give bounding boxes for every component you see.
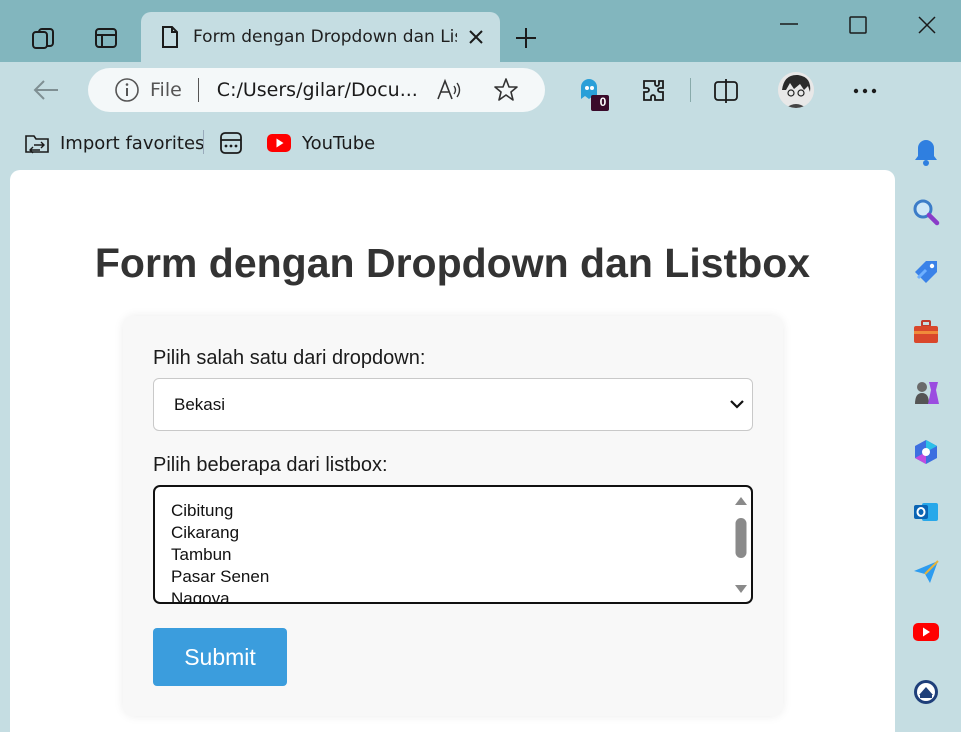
search-icon[interactable] [910,196,942,228]
url-text[interactable]: C:/Users/gilar/Docu... [217,79,418,101]
title-bar: Form dengan Dropdown dan Listbox [0,0,961,62]
tab-title: Form dengan Dropdown dan Listbox [193,27,457,47]
info-icon[interactable] [114,77,140,103]
listbox-option[interactable]: Cikarang [171,522,269,544]
back-icon[interactable] [30,76,62,104]
page-icon [161,26,179,48]
toolbox-icon[interactable] [910,316,942,348]
folder-import-icon [24,131,50,155]
fav-import[interactable]: Import favorites [24,126,204,160]
page-title: Form dengan Dropdown dan Listbox [94,240,811,286]
listbox-option[interactable]: Cibitung [171,500,269,522]
address-bar[interactable]: File C:/Users/gilar/Docu... [88,68,545,112]
page-viewport: Form dengan Dropdown dan Listbox Pilih s… [10,170,895,732]
extensions-icon[interactable] [638,76,670,106]
fav-youtube[interactable]: YouTube [267,126,375,160]
close-tab-icon[interactable] [467,28,485,46]
new-tab-icon[interactable] [512,24,540,52]
chevron-down-icon [728,395,746,418]
youtube-icon [267,134,291,152]
protocol-label: File [150,79,182,101]
listbox-option[interactable]: Tambun [171,544,269,566]
fav-import-label: Import favorites [60,132,205,154]
more-menu-icon[interactable] [850,76,880,106]
favorite-star-icon[interactable] [493,77,519,103]
read-aloud-icon[interactable] [436,78,462,102]
listbox-option[interactable]: Nagoya [171,588,269,602]
close-window-icon[interactable] [912,12,942,38]
fav-youtube-label: YouTube [302,132,376,154]
games-icon[interactable] [910,376,942,408]
sidebar [896,62,961,732]
bell-icon[interactable] [910,136,942,168]
form-card: Pilih salah satu dari dropdown: Bekasi P… [123,316,783,716]
youtube-icon[interactable] [910,616,942,648]
copilot-icon[interactable] [910,436,942,468]
outlook-icon[interactable] [910,496,942,528]
favorites-separator [203,130,204,154]
workspaces-icon[interactable] [28,24,58,52]
profile-avatar[interactable] [778,72,814,108]
listbox-scrollbar[interactable] [734,493,748,597]
shopping-tag-icon[interactable] [910,256,942,288]
city-listbox[interactable]: Cibitung Cikarang Tambun Pasar Senen Nag… [153,485,753,604]
dropdown-selected-value: Bekasi [174,394,226,414]
toolbar-separator [690,78,691,102]
submit-button[interactable]: Submit [153,628,287,686]
extension-badge: 0 [599,95,607,109]
listbox-option[interactable]: Pasar Senen [171,566,269,588]
app-icon[interactable] [910,676,942,708]
minimize-icon[interactable] [774,12,804,36]
maximize-icon[interactable] [843,12,873,38]
address-separator [197,78,199,102]
split-screen-icon[interactable] [710,76,742,106]
send-icon[interactable] [910,556,942,588]
city-dropdown[interactable]: Bekasi [153,378,753,431]
tab-actions-icon[interactable] [92,24,120,52]
tab-active[interactable]: Form dengan Dropdown dan Listbox [141,12,500,62]
extension-ghost-icon[interactable]: 0 [576,76,612,112]
app-grid-icon [219,131,243,155]
dropdown-label: Pilih salah satu dari dropdown: [153,347,426,369]
listbox-label: Pilih beberapa dari listbox: [153,454,388,476]
fav-app[interactable] [219,126,243,160]
